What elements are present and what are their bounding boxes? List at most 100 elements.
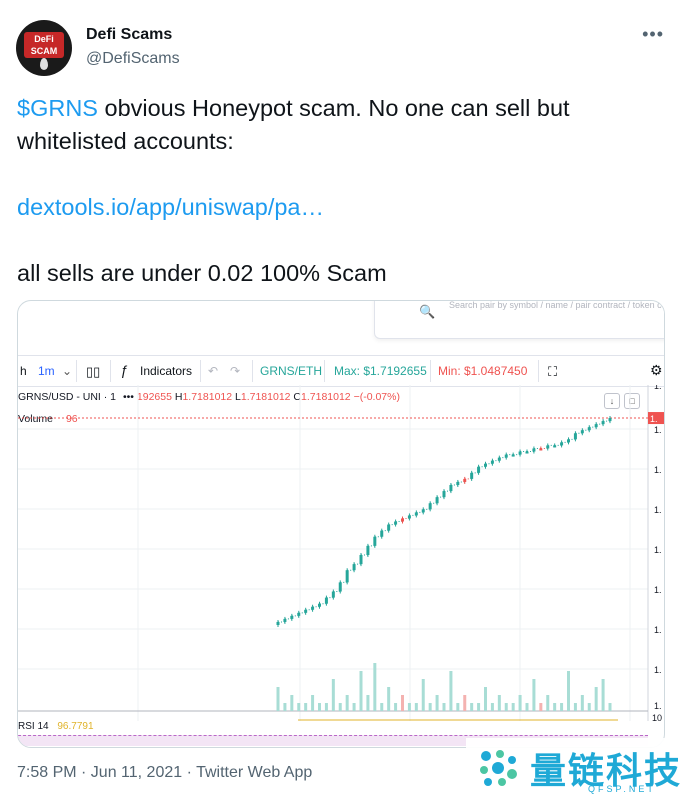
volume-bar [449,671,453,711]
candle [511,454,515,457]
volume-bar [311,695,315,711]
axis-tick-label: 1. [654,505,662,515]
volume-bar [470,703,474,711]
tweet-timestamp[interactable]: 7:58 PM · Jun 11, 2021 · Twitter Web App [17,764,312,782]
axis-tick-label: 1. [654,385,662,391]
volume-bar [401,695,404,711]
price-tag-label: 1. [650,414,658,424]
more-options-icon[interactable]: ••• [642,24,664,45]
volume-bar [421,679,425,711]
volume-bar [518,695,522,711]
volume-bar [484,687,487,711]
volume-bar [283,703,287,711]
candle [442,491,446,498]
tweet-text: $GRNS obvious Honeypot scam. No one can … [17,92,657,290]
volume-bar [428,703,432,711]
volume-bar [608,703,612,711]
chart-toolbar: h 1m ⌄ ▯▯ ƒ Indicators ↶ ↷ GRNS/ETH Max:… [18,355,664,387]
interval-h: h [20,364,27,378]
volume-bar [442,703,446,711]
tweet-line-2: dextools.io/app/uniswap/pa… [17,191,657,224]
cashtag-link[interactable]: $GRNS [17,95,98,121]
volume-bar [553,703,557,711]
volume-bar [324,703,328,711]
axis-tick-label: 1. [654,701,662,711]
volume-bar [504,703,508,711]
price-chart: 1.1.1.1.1.1.1.1.1.1.10 [18,385,664,721]
volume-bar [359,671,363,711]
candle [352,564,356,571]
candle [470,472,474,479]
volume-bar [407,703,411,711]
volume-bar [567,671,570,711]
volume-bar [366,695,370,711]
volume-bar [497,695,501,711]
search-placeholder: Search pair by symbol / name / pair cont… [449,300,662,310]
candle [331,591,335,598]
watermark-domain: QFSP.NET [588,784,656,794]
rsi-axis-label: 10 [652,713,662,721]
volume-bar [587,703,591,711]
candle [359,555,363,565]
volume-bar [601,679,605,711]
axis-tick-label: 1. [654,665,662,675]
author-handle[interactable]: @DefiScams [86,50,180,68]
search-bar: 🔍 Search pair by symbol / name / pair co… [374,300,664,339]
volume-bar [380,703,384,711]
fx-icon: ƒ [120,362,128,378]
min-price: Min: $1.0487450 [438,364,528,378]
tweet-line-1: $GRNS obvious Honeypot scam. No one can … [17,92,657,158]
volume-bar [539,703,543,711]
axis-tick-label: 1. [654,585,662,595]
volume-bar [532,679,536,711]
axis-tick-label: 1. [654,465,662,475]
chevron-down-icon: ⌄ [62,364,73,378]
interval-1m: 1m [38,364,55,378]
watermark: 量链科技 QFSP.NET [466,738,688,800]
volume-bar [290,695,294,711]
axis-tick-label: 1. [654,425,662,435]
pair-label: GRNS/ETH [260,364,323,378]
volume-bar [276,687,280,711]
tweet-line-1-text: obvious Honeypot scam. No one can sell b… [17,95,570,154]
tweet-line-3: all sells are under 0.02 100% Scam [17,260,387,286]
volume-bar [387,687,391,711]
volume-bar [477,703,481,711]
rsi-legend: RSI 14 96.7791 [18,721,94,732]
avatar-drop [40,58,48,70]
candle [428,503,432,510]
rsi-value: 96.7791 [57,721,94,732]
volume-bar [594,687,598,711]
volume-bar [338,703,342,711]
candle [366,545,370,555]
gear-icon: ⚙ [650,362,663,378]
volume-bar [318,703,321,711]
volume-bar [463,695,467,711]
volume-bar [546,695,550,711]
candle [324,597,328,604]
volume-bar [373,663,377,711]
volume-bar [331,679,335,711]
tweet-media[interactable]: A 🔍 Search pair by symbol / name / pair … [17,300,665,748]
fullscreen-icon: ⛶ [548,364,558,379]
candle [477,466,481,473]
volume-bar [580,695,584,711]
dextools-link[interactable]: dextools.io/app/uniswap/pa… [17,194,324,220]
volume-bar [414,703,418,711]
undo-icon: ↶ [208,364,219,378]
axis-tick-label: 1. [654,545,662,555]
candle [573,433,577,440]
volume-bar [525,703,529,711]
volume-bar [573,703,577,711]
volume-bar [456,703,460,711]
author-name[interactable]: Defi Scams [86,26,172,44]
volume-bar [560,703,564,711]
volume-bar [304,703,308,711]
watermark-logo-icon [480,750,517,786]
max-price: Max: $1.7192655 [334,364,427,378]
avatar-badge: DeFi SCAM [24,32,64,58]
avatar[interactable]: DeFi SCAM [16,20,72,76]
volume-bar [352,703,356,711]
volume-bar [490,703,494,711]
volume-bar [435,695,439,711]
